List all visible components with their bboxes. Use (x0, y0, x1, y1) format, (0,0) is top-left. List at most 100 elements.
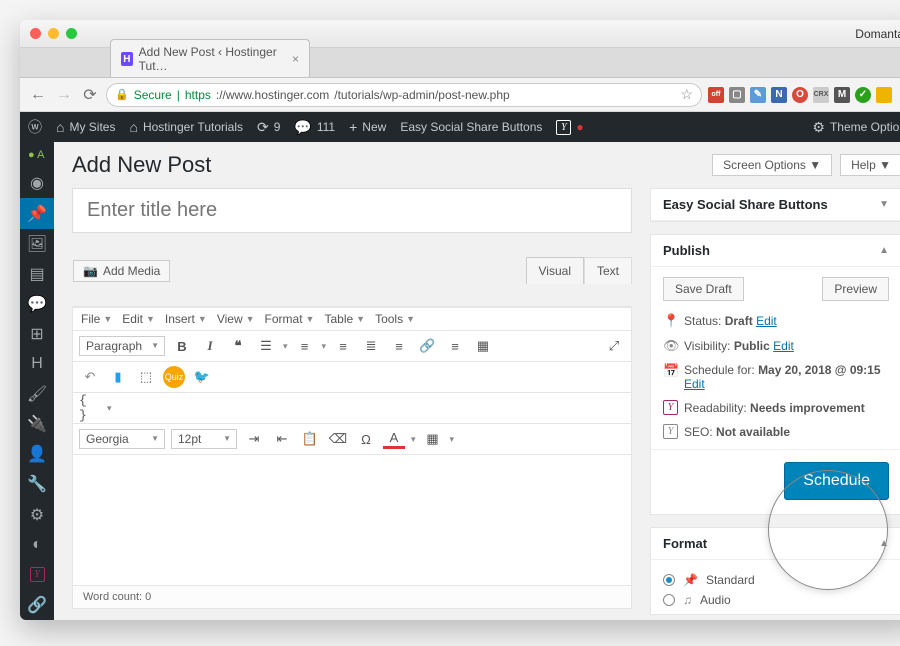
plugin-button[interactable]: ⬚ (135, 366, 157, 388)
visual-tab[interactable]: Visual (526, 257, 584, 284)
edit-visibility-link[interactable]: Edit (773, 339, 794, 353)
admin-menu-item[interactable]: ◐ (20, 530, 54, 560)
format-select[interactable]: Paragraph (79, 336, 165, 356)
menu-file[interactable]: File▼ (81, 312, 112, 326)
yoast-bar-icon[interactable]: Y● (556, 120, 583, 135)
bookmark-star-icon[interactable]: ☆ (680, 86, 693, 103)
ext-icon[interactable] (876, 87, 892, 103)
align-center-button[interactable]: ≣ (360, 335, 382, 357)
reload-button[interactable]: ⟳ (80, 85, 100, 105)
dashboard-menu-icon[interactable]: ◉ (20, 168, 54, 198)
maximize-window-button[interactable] (66, 28, 77, 39)
table-button[interactable]: ▦ (422, 428, 444, 450)
ext-icon[interactable]: ✎ (750, 87, 766, 103)
minimize-window-button[interactable] (48, 28, 59, 39)
theme-options-link[interactable]: ⚙Theme Options (812, 119, 900, 136)
special-char-button[interactable]: Ω (355, 428, 377, 450)
bullet-list-button[interactable]: ☰ (255, 335, 277, 357)
align-right-button[interactable]: ≡ (388, 335, 410, 357)
admin-menu-item[interactable]: H (20, 349, 54, 379)
yoast-icon: Y (663, 400, 678, 415)
my-sites-link[interactable]: ⌂My Sites (56, 119, 115, 135)
preview-button[interactable]: Preview (822, 277, 889, 301)
editor-body[interactable] (73, 455, 631, 585)
browser-tab[interactable]: H Add New Post ‹ Hostinger Tut… × (110, 39, 310, 77)
ext-icon[interactable]: M (834, 87, 850, 103)
text-color-button[interactable]: A (383, 430, 405, 449)
save-draft-button[interactable]: Save Draft (663, 277, 744, 301)
wp-logo-icon[interactable]: ⓦ (28, 117, 42, 137)
post-title-input[interactable] (72, 188, 632, 233)
format-metabox-header[interactable]: Format▲ (651, 528, 900, 560)
menu-format[interactable]: Format▼ (265, 312, 315, 326)
essb-bar-link[interactable]: Easy Social Share Buttons (400, 120, 542, 134)
number-list-button[interactable]: ≡ (294, 335, 316, 357)
menu-edit[interactable]: Edit▼ (122, 312, 155, 326)
new-content-link[interactable]: +New (349, 119, 386, 135)
help-button[interactable]: Help ▼ (840, 154, 900, 176)
settings-menu-icon[interactable]: ⚙ (20, 500, 54, 530)
ext-icon[interactable]: off (708, 87, 724, 103)
edit-schedule-link[interactable]: Edit (684, 377, 705, 391)
users-menu-icon[interactable]: 👤 (20, 439, 54, 469)
admin-menu-item[interactable]: ⊞ (20, 319, 54, 349)
schedule-button[interactable]: Schedule (784, 462, 889, 500)
menu-tools[interactable]: Tools▼ (375, 312, 415, 326)
plugin-button[interactable]: Quiz (163, 366, 185, 388)
plugins-menu-icon[interactable]: 🔌 (20, 409, 54, 439)
admin-menu-item[interactable]: ● A (20, 142, 54, 168)
italic-button[interactable]: I (199, 335, 221, 357)
text-tab[interactable]: Text (584, 257, 632, 284)
undo-button[interactable]: ↶ (79, 366, 101, 388)
format-option-audio[interactable]: ♫ Audio (663, 590, 889, 610)
ctt-button[interactable]: ▮ (107, 366, 129, 388)
admin-menu-item[interactable]: 🔗 (20, 590, 54, 620)
twitter-button[interactable]: 🐦 (191, 366, 213, 388)
bold-button[interactable]: B (171, 335, 193, 357)
pages-menu-icon[interactable]: ▤ (20, 259, 54, 289)
close-tab-icon[interactable]: × (292, 52, 299, 66)
ext-icon[interactable]: ✓ (855, 87, 871, 103)
indent-left-button[interactable]: ⇤ (271, 428, 293, 450)
updates-link[interactable]: ⟳9 (257, 119, 280, 136)
comments-menu-icon[interactable]: 💬 (20, 289, 54, 319)
site-name-link[interactable]: ⌂Hostinger Tutorials (129, 119, 243, 135)
url-host: ://www.hostinger.com (216, 88, 329, 102)
fullscreen-button[interactable]: ⤢ (603, 335, 625, 357)
publish-metabox-header[interactable]: Publish▲ (651, 235, 900, 267)
posts-menu-icon[interactable]: 📌 (20, 198, 54, 228)
address-bar[interactable]: 🔒 Secure | https://www.hostinger.com/tut… (106, 83, 702, 107)
edit-status-link[interactable]: Edit (756, 314, 777, 328)
menu-table[interactable]: Table▼ (324, 312, 365, 326)
comments-link[interactable]: 💬111 (294, 119, 335, 136)
close-window-button[interactable] (30, 28, 41, 39)
clear-format-button[interactable]: ⌫ (327, 428, 349, 450)
font-size-select[interactable]: 12pt (171, 429, 237, 449)
read-more-button[interactable]: ≡ (444, 335, 466, 357)
font-family-select[interactable]: Georgia (79, 429, 165, 449)
appearance-menu-icon[interactable]: 🖌 (20, 379, 54, 409)
ext-icon[interactable]: O (792, 87, 808, 103)
tools-menu-icon[interactable]: 🔧 (20, 469, 54, 499)
publish-metabox: Publish▲ Save Draft Preview 📍 Status: Dr… (650, 234, 900, 515)
forward-button[interactable]: → (54, 86, 74, 104)
back-button[interactable]: ← (28, 86, 48, 104)
format-option-standard[interactable]: 📌 Standard (663, 570, 889, 590)
ext-icon[interactable]: ▢ (729, 87, 745, 103)
screen-options-button[interactable]: Screen Options ▼ (712, 154, 832, 176)
align-left-button[interactable]: ≡ (332, 335, 354, 357)
shortcode-button[interactable]: { } (79, 397, 101, 419)
paste-button[interactable]: 📋 (299, 428, 321, 450)
add-media-button[interactable]: 📷Add Media (73, 260, 170, 282)
yoast-menu-icon[interactable]: Y (20, 560, 54, 590)
indent-right-button[interactable]: ⇥ (243, 428, 265, 450)
menu-insert[interactable]: Insert▼ (165, 312, 207, 326)
ext-icon[interactable]: CRX (813, 87, 829, 103)
blockquote-button[interactable]: ❝ (227, 335, 249, 357)
media-menu-icon[interactable]: 🖼 (20, 229, 54, 259)
toolbar-toggle-button[interactable]: ▦ (472, 335, 494, 357)
menu-view[interactable]: View▼ (217, 312, 255, 326)
link-button[interactable]: 🔗 (416, 335, 438, 357)
essb-metabox-header[interactable]: Easy Social Share Buttons▼ (651, 189, 900, 221)
ext-icon[interactable]: N (771, 87, 787, 103)
